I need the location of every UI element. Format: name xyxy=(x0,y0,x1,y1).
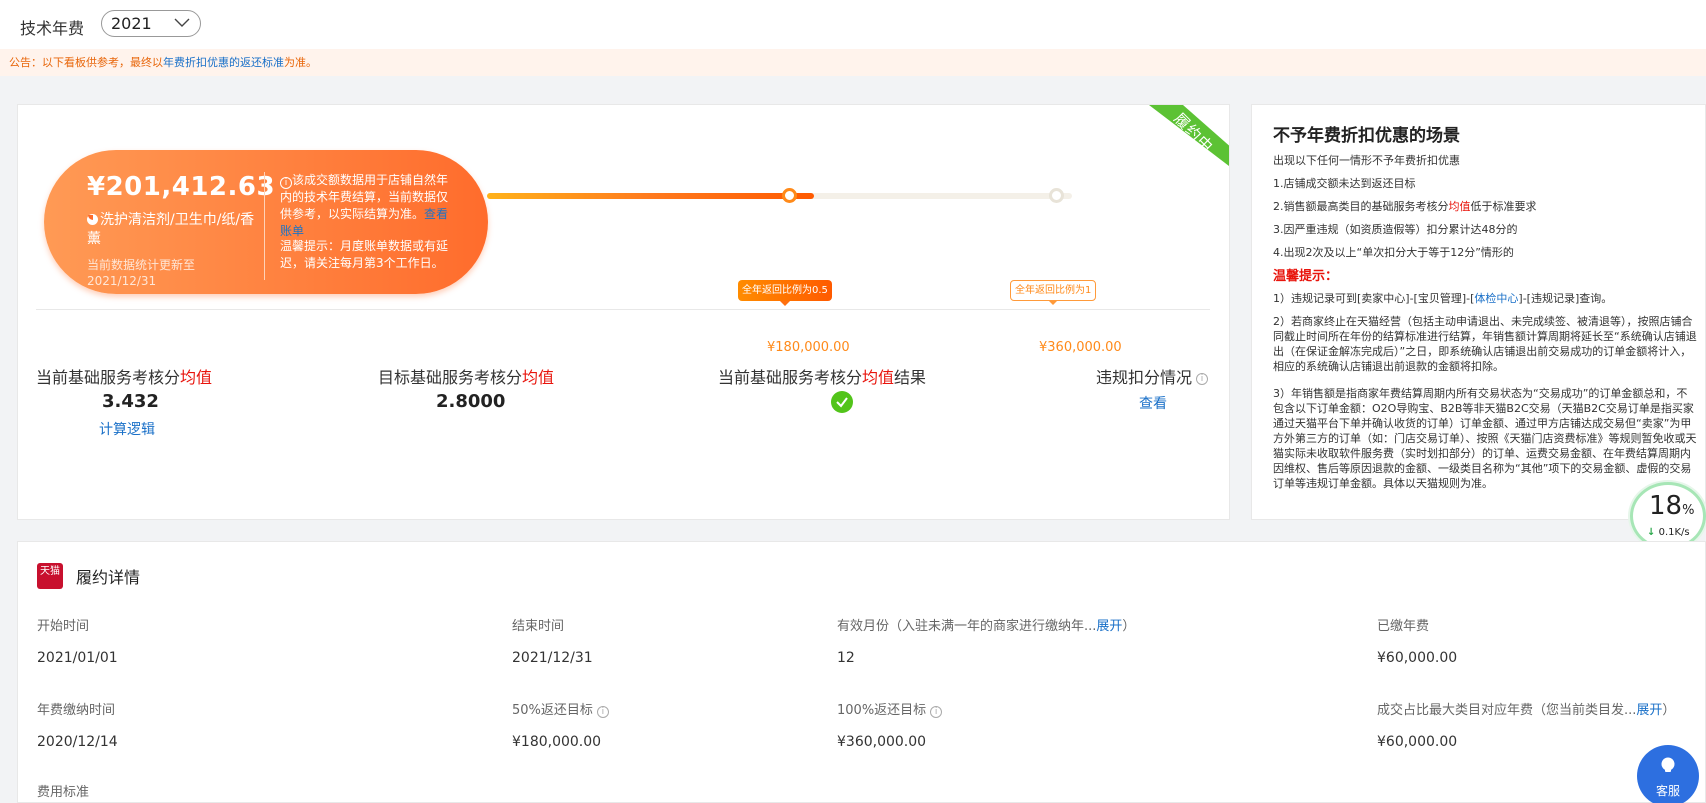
pill-divider xyxy=(264,172,265,280)
annual-fee-label: 技术年费 xyxy=(20,19,85,38)
customer-service-button[interactable]: 客服 xyxy=(1637,745,1699,803)
current-score-value: 3.432 xyxy=(102,391,159,412)
end-time-label: 结束时间 xyxy=(512,619,565,634)
violation-title: 违规扣分情况 i xyxy=(1096,364,1209,388)
rebate-progress-fill xyxy=(487,193,815,199)
start-time-label: 开始时间 xyxy=(37,619,90,634)
notice-suffix: 为准。 xyxy=(284,56,317,69)
target-amount-100: ¥360,000.00 xyxy=(1039,340,1122,355)
tmall-logo: 天猫 xyxy=(37,563,63,589)
check-circle-icon xyxy=(831,391,853,413)
current-score-title: 当前基础服务考核分均值 xyxy=(36,368,213,387)
rebate-tag-100: 全年返回比例为1 xyxy=(1010,280,1097,305)
info-icon: i xyxy=(280,177,292,189)
score-result-title: 当前基础服务考核分均值结果 xyxy=(718,368,927,387)
sales-amount: ¥201,412.63 xyxy=(87,172,276,202)
target-50-value: ¥180,000.00 xyxy=(512,734,602,750)
delay-tip: 温馨提示：月度账单数据或有延迟，请关注每月第3个工作日。 xyxy=(280,239,449,270)
payment-time-label: 年费缴纳时间 xyxy=(37,703,116,718)
target-score-title: 目标基础服务考核分均值 xyxy=(378,368,555,387)
top-bar: 技术年费 2021 xyxy=(0,0,1706,49)
target-score-value: 2.8000 xyxy=(436,391,506,412)
progress-knob-50 xyxy=(782,188,798,203)
notice-bar: 公告：以下看板供参考，最终以年费折扣优惠的返还标准为准。 xyxy=(0,49,1706,76)
year-select-value: 2021 xyxy=(111,14,152,33)
update-note: 当前数据统计更新至2021/12/31 xyxy=(87,258,196,288)
top-category-expand-link[interactable]: 展开 xyxy=(1636,703,1662,718)
side-rule-4: 4.出现2次及以上“单次扣分大于等于12分”情形的 xyxy=(1273,246,1514,259)
valid-months-value: 12 xyxy=(837,650,855,666)
status-ribbon: 履约中 xyxy=(1145,105,1229,169)
side-para-2: 2）若商家终止在天猫经营（包括主动申请退出、未完成续签、被清退等），按照店铺合同… xyxy=(1273,315,1697,373)
target-amount-50: ¥180,000.00 xyxy=(767,340,850,355)
target-100-info-icon[interactable]: i xyxy=(930,706,943,718)
target-100-value: ¥360,000.00 xyxy=(837,734,927,750)
year-select[interactable]: 2021 xyxy=(101,10,201,37)
sales-amount-pill: ¥201,412.63 洗护清洁剂/卫生巾/纸/香薰 当前数据统计更新至2021… xyxy=(44,150,488,294)
target-50-info-icon[interactable]: i xyxy=(596,706,609,718)
customer-service-label: 客服 xyxy=(1655,784,1680,798)
side-para-1: 1）违规记录可到[卖家中心]-[宝贝管理]-[体检中心]-[违规记录]查询。 xyxy=(1273,292,1613,305)
no-discount-scenarios-card: 不予年费折扣优惠的场景 出现以下任何一情形不予年费折扣优惠 1.店铺成交额未达到… xyxy=(1251,104,1706,520)
notice-standard-link[interactable]: 年费折扣优惠的返还标准 xyxy=(163,56,284,69)
network-speed-widget[interactable]: 18% ↓ 0.1K/s xyxy=(1630,482,1706,550)
rebate-tag-50: 全年返回比例为0.5 xyxy=(738,280,832,306)
start-time-value: 2021/01/01 xyxy=(37,650,118,666)
chevron-down-icon xyxy=(174,18,190,27)
side-rules: 出现以下任何一情形不予年费折扣优惠 1.店铺成交额未达到返还目标 2.销售额最高… xyxy=(1273,149,1693,264)
side-rule-1: 1.店铺成交额未达到返还目标 xyxy=(1273,177,1416,190)
side-title: 不予年费折扣优惠的场景 xyxy=(1273,126,1460,146)
download-arrow-icon: ↓ xyxy=(1647,527,1656,538)
notice-prefix: 公告：以下看板供参考，最终以 xyxy=(9,56,163,69)
valid-months-label: 有效月份（入驻未满一年的商家进行缴纳年...展开） xyxy=(837,619,1136,634)
paid-fee-value: ¥60,000.00 xyxy=(1377,650,1458,666)
headset-icon xyxy=(1661,757,1675,772)
fee-standard-label: 费用标准 xyxy=(37,785,90,800)
sales-info-text: 该成交额数据用于店铺自然年内的技术年费结算，当前数据仅供参考，以实际结算为准。 xyxy=(280,173,449,221)
end-time-value: 2021/12/31 xyxy=(512,650,593,666)
progress-knob-100 xyxy=(1048,188,1064,203)
paid-fee-label: 已缴年费 xyxy=(1377,619,1430,634)
side-rule-intro: 出现以下任何一情形不予年费折扣优惠 xyxy=(1273,154,1460,167)
side-rule-2: 2.销售额最高类目的基础服务考核分均值低于标准要求 xyxy=(1273,200,1537,213)
rebate-progress-track xyxy=(487,188,1072,203)
health-center-link[interactable]: 体检中心 xyxy=(1474,292,1518,305)
violation-info-icon[interactable]: i xyxy=(1196,373,1209,385)
target-50-label: 50%返还目标 i xyxy=(512,699,609,718)
view-violation-link[interactable]: 查看 xyxy=(1139,393,1167,413)
speed-percent: 18% xyxy=(1649,491,1695,521)
speed-rate: ↓ 0.1K/s xyxy=(1647,527,1690,538)
top-category-fee-label: 成交占比最大类目对应年费（您当前类目发...展开） xyxy=(1377,703,1676,718)
target-100-label: 100%返还目标 i xyxy=(837,699,943,718)
valid-months-expand-link[interactable]: 展开 xyxy=(1096,619,1122,634)
sales-info: i 该成交额数据用于店铺自然年内的技术年费结算，当前数据仅供参考，以实际结算为准。… xyxy=(280,172,455,240)
top-category-fee-value: ¥60,000.00 xyxy=(1377,734,1458,750)
category-pie-icon xyxy=(87,214,98,225)
detail-title: 履约详情 xyxy=(76,568,141,587)
section-divider xyxy=(36,309,1210,310)
payment-time-value: 2020/12/14 xyxy=(37,734,118,750)
side-warm-tip-title: 温馨提示： xyxy=(1273,269,1339,284)
category-label: 洗护清洁剂/卫生巾/纸/香薰 xyxy=(87,211,257,249)
side-para-3: 3）年销售额是指商家年费结算周期内所有交易状态为“交易成功”的订单金额总和，不包… xyxy=(1273,387,1697,490)
fulfillment-detail-card: 天猫 履约详情 开始时间 2021/01/01 结束时间 2021/12/31 … xyxy=(17,541,1706,803)
category-text: 洗护清洁剂/卫生巾/纸/香薰 xyxy=(87,212,255,247)
fulfillment-summary-card: 履约中 ¥201,412.63 洗护清洁剂/卫生巾/纸/香薰 当前数据统计更新至… xyxy=(17,104,1230,520)
side-rule-3: 3.因严重违规（如资质造假等）扣分累计达48分的 xyxy=(1273,223,1518,236)
calc-logic-link[interactable]: 计算逻辑 xyxy=(99,419,155,439)
